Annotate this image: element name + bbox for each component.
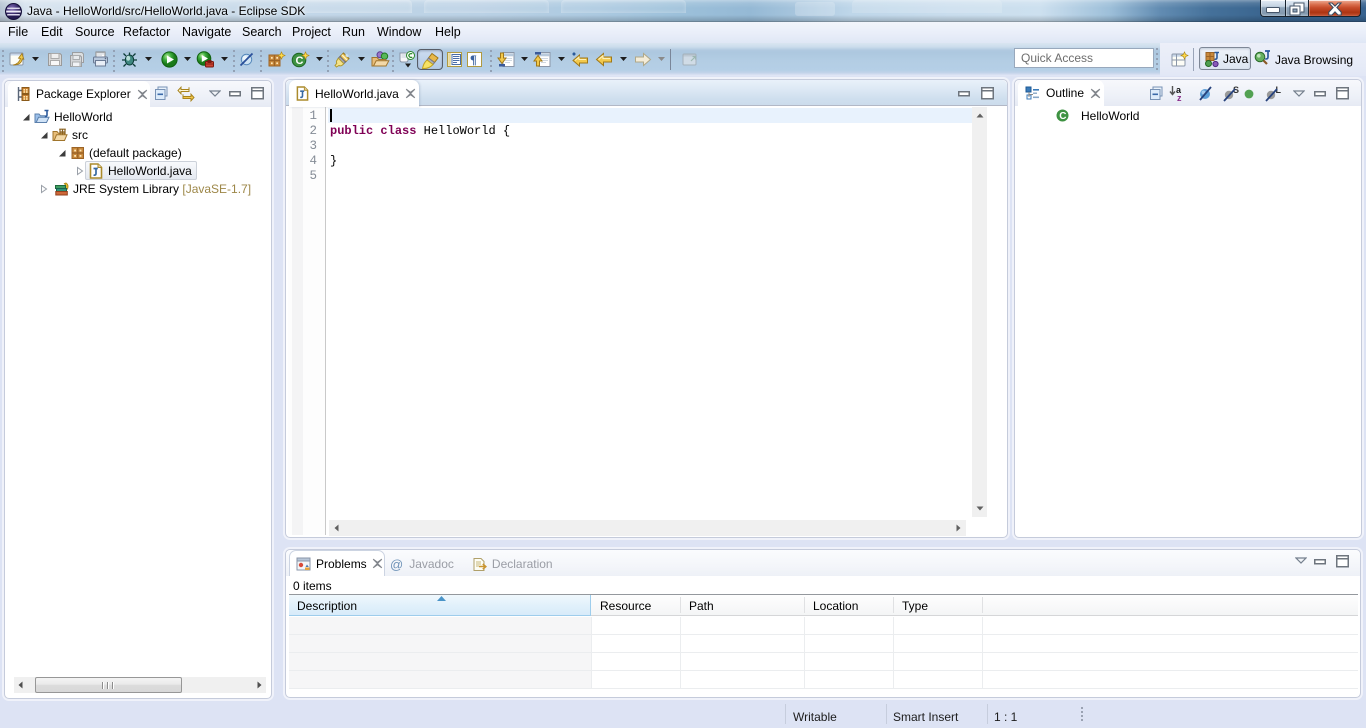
svg-text:C: C — [296, 55, 304, 67]
svg-text:C: C — [1059, 111, 1066, 122]
svg-text:¶: ¶ — [470, 53, 477, 67]
svg-text:z: z — [1177, 93, 1182, 102]
